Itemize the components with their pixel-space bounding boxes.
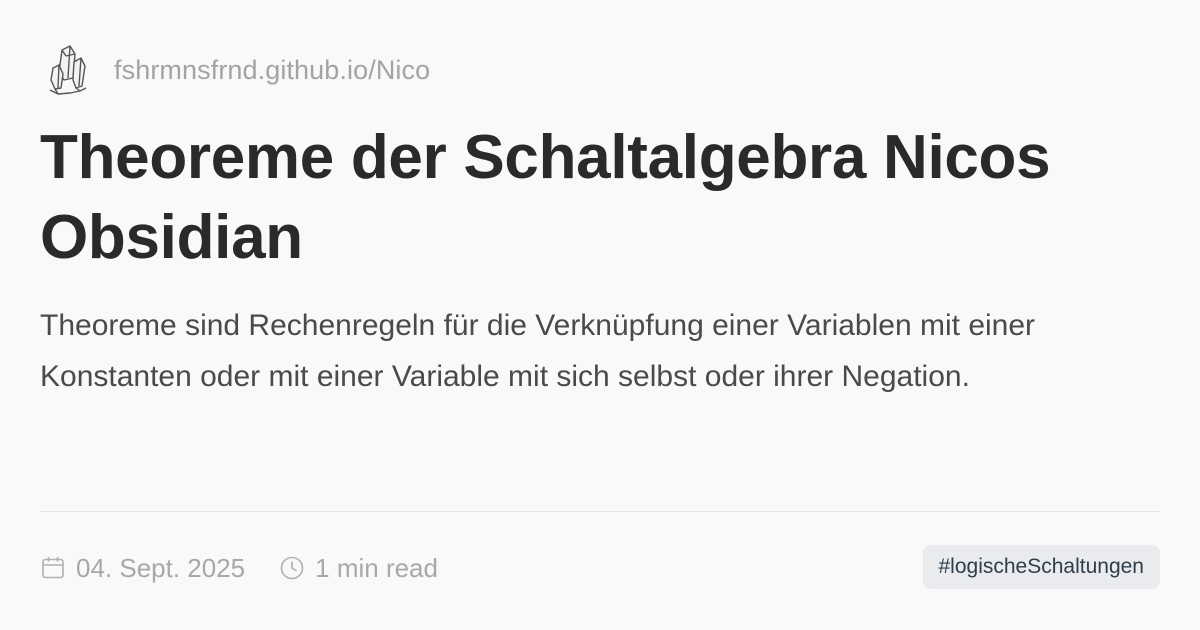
reading-time-text: 1 min read <box>315 552 438 583</box>
page-title: Theoreme der Schaltalgebra Nicos Obsidia… <box>40 123 1051 272</box>
tag-logische-schaltungen[interactable]: #logischeSchaltungen <box>922 545 1160 589</box>
publish-date-text: 04. Sept. 2025 <box>76 552 246 583</box>
clock-icon <box>279 555 305 581</box>
page-description: Theoreme sind Rechenregeln für die Verkn… <box>40 309 1036 393</box>
reading-time: 1 min read <box>279 553 438 584</box>
publish-date: 04. Sept. 2025 <box>40 553 245 584</box>
article-meta: 04. Sept. 2025 1 min read <box>40 546 438 590</box>
divider <box>40 511 1160 512</box>
site-header: fshrmnsfrnd.github.io/Nico <box>46 40 430 100</box>
calendar-icon <box>40 555 66 581</box>
crystal-icon[interactable] <box>46 42 90 98</box>
site-url-link[interactable]: fshrmnsfrnd.github.io/Nico <box>114 55 430 86</box>
